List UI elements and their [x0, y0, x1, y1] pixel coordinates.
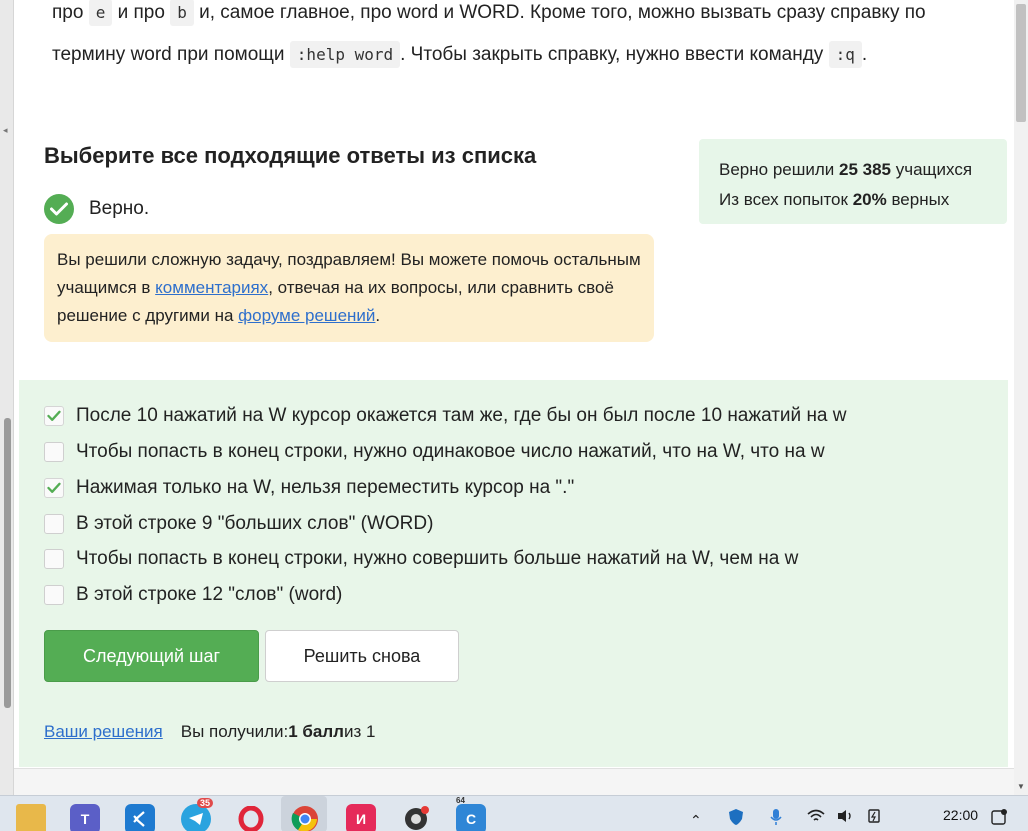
taskbar: T 35 И 64 C ⌃ 22:00 — [0, 795, 1028, 831]
code-b: b — [170, 0, 194, 26]
stats-text: Верно решили — [719, 160, 839, 179]
option-label: Нажимая только на W, нельзя переместить … — [76, 477, 575, 498]
option-label: Чтобы попасть в конец строки, нужно сове… — [76, 548, 799, 569]
option-label: В этой строке 12 "слов" (word) — [76, 584, 343, 605]
step-text-line-1: про e и про b и, самое главное, про word… — [52, 0, 1002, 34]
opera-icon[interactable] — [236, 804, 266, 831]
code-q: :q — [828, 41, 862, 68]
correct-check-icon — [44, 194, 74, 224]
app-i-icon[interactable]: И — [346, 804, 376, 831]
congrats-hint: Вы решили сложную задачу, поздравляем! В… — [44, 234, 654, 342]
code-e: e — [88, 0, 113, 26]
success-percent: 20% — [852, 190, 887, 209]
file-explorer-icon[interactable] — [16, 804, 46, 831]
wifi-icon[interactable] — [806, 808, 826, 827]
checkbox-unchecked[interactable] — [44, 514, 64, 534]
solve-again-button[interactable]: Решить снова — [265, 630, 459, 682]
teams-icon[interactable]: T — [70, 804, 100, 831]
task-title: Выберите все подходящие ответы из списка — [44, 143, 537, 168]
stats-percent-line: Из всех попыток 20% верных — [719, 185, 987, 215]
vscode-icon[interactable] — [125, 804, 155, 831]
left-scroll-thumb[interactable] — [4, 418, 11, 708]
step-text: про e и про b и, самое главное, про word… — [52, 0, 1002, 76]
microphone-icon[interactable] — [770, 808, 782, 829]
solvers-count: 25 385 — [839, 160, 891, 179]
submission-footer: Ваши решения Вы получили: 1 балл из 1 — [44, 722, 375, 742]
option-2[interactable]: Чтобы попасть в конец строки, нужно один… — [44, 440, 825, 464]
checkbox-checked[interactable] — [44, 478, 64, 498]
text-fragment: и, самое главное, про word и WORD. Кроме… — [193, 2, 926, 23]
tray-overflow-chevron-icon[interactable]: ⌃ — [690, 812, 702, 829]
answers-panel: После 10 нажатий на W курсор окажется та… — [19, 380, 1008, 767]
your-solutions-link[interactable]: Ваши решения — [44, 722, 163, 742]
option-5[interactable]: Чтобы попасть в конец строки, нужно сове… — [44, 547, 798, 571]
checkmark-icon — [47, 410, 61, 421]
text-fragment: термину word при помощи — [52, 44, 290, 65]
checkmark-icon — [47, 482, 61, 493]
next-section-edge — [14, 768, 1014, 795]
hint-text: . — [375, 306, 381, 325]
scrollbar-thumb[interactable] — [1016, 4, 1026, 122]
text-fragment: . Чтобы закрыть справку, нужно ввести ко… — [400, 44, 829, 65]
chrome-icon[interactable] — [290, 804, 320, 831]
left-scroll-strip[interactable]: ◂ — [0, 0, 14, 795]
option-label: Чтобы попасть в конец строки, нужно один… — [76, 441, 825, 462]
clock-time[interactable]: 22:00 — [943, 807, 978, 823]
text-fragment: и про — [112, 2, 171, 23]
forum-link[interactable]: форуме решений — [238, 306, 375, 325]
stats-text: Из всех попыток — [719, 190, 853, 209]
app-64-icon[interactable]: 64 C — [456, 796, 486, 831]
telegram-icon[interactable]: 35 — [181, 798, 214, 831]
next-step-button[interactable]: Следующий шаг — [44, 630, 259, 682]
notification-icon[interactable] — [990, 808, 1008, 829]
text-fragment: про — [52, 2, 89, 23]
text-fragment: . — [861, 44, 868, 65]
stats-solvers-line: Верно решили 25 385 учащихся — [719, 155, 987, 185]
code-help-word: :help word — [289, 41, 401, 68]
option-label: В этой строке 9 "больших слов" (WORD) — [76, 513, 434, 534]
checkbox-unchecked[interactable] — [44, 585, 64, 605]
option-3[interactable]: Нажимая только на W, нельзя переместить … — [44, 476, 574, 500]
stats-text: верных — [886, 190, 950, 209]
scroll-down-arrow-icon[interactable]: ▼ — [1017, 782, 1025, 791]
score-text: Вы получили: — [180, 722, 289, 741]
verdict: Верно. — [44, 193, 149, 225]
app-64-badge: 64 — [456, 796, 465, 805]
checkbox-unchecked[interactable] — [44, 442, 64, 462]
battery-charging-icon[interactable] — [866, 808, 884, 827]
checkbox-checked[interactable] — [44, 406, 64, 426]
option-6[interactable]: В этой строке 12 "слов" (word) — [44, 583, 342, 607]
volume-icon[interactable] — [836, 808, 854, 827]
telegram-badge: 35 — [197, 798, 214, 808]
verdict-label: Верно. — [89, 198, 150, 219]
page-scrollbar[interactable]: ▼ — [1014, 0, 1028, 795]
score-text: из 1 — [343, 722, 376, 741]
step-text-line-2: термину word при помощи :help word. Чтоб… — [52, 34, 1002, 76]
option-4[interactable]: В этой строке 9 "больших слов" (WORD) — [44, 512, 433, 536]
defender-shield-icon[interactable] — [728, 808, 744, 829]
obs-icon[interactable] — [401, 804, 431, 831]
stats-box: Верно решили 25 385 учащихся Из всех поп… — [699, 139, 1007, 224]
score-value: 1 балл — [288, 722, 344, 741]
comments-link[interactable]: комментариях — [155, 278, 268, 297]
checkbox-unchecked[interactable] — [44, 549, 64, 569]
scroll-marker-icon: ◂ — [3, 125, 8, 135]
option-label: После 10 нажатий на W курсор окажется та… — [76, 405, 847, 426]
stats-text: учащихся — [891, 160, 973, 179]
option-1[interactable]: После 10 нажатий на W курсор окажется та… — [44, 404, 847, 428]
